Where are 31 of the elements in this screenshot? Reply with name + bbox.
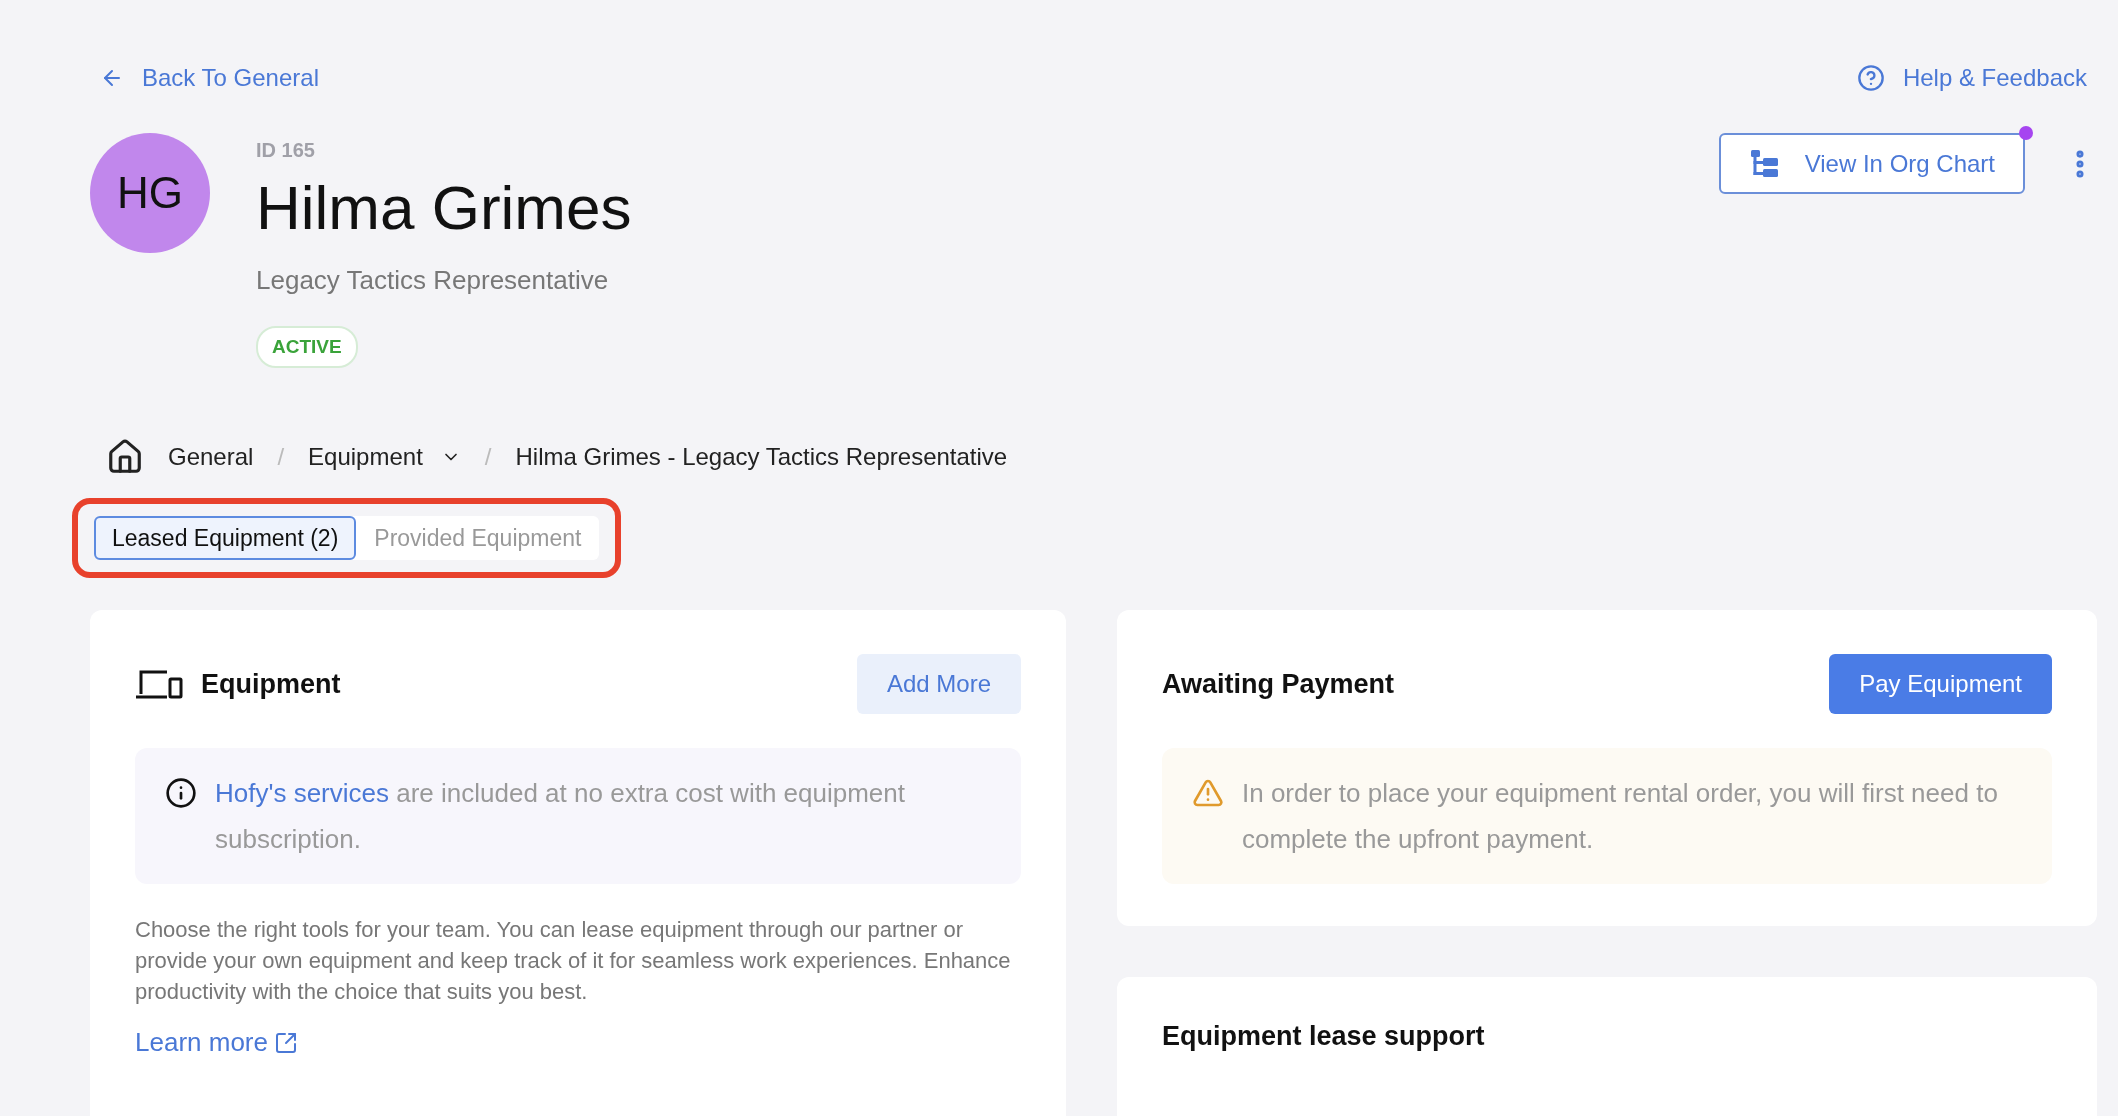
home-icon[interactable] [106, 438, 144, 476]
card-title: Awaiting Payment [1162, 668, 1395, 700]
warning-icon [1192, 777, 1224, 809]
help-link[interactable]: Help & Feedback [1856, 64, 2087, 92]
back-link[interactable]: Back To General [100, 64, 319, 92]
avatar: HG [90, 133, 210, 253]
learn-more-link[interactable]: Learn more [135, 1027, 298, 1058]
breadcrumb-dropdown[interactable]: Equipment [308, 443, 461, 471]
card-title: Equipment lease support [1162, 1021, 1486, 1052]
breadcrumb-current[interactable]: Hilma Grimes - Legacy Tactics Representative [515, 443, 1008, 471]
description-text: Choose the right tools for your team. You can lease equipment through our partner or provide your own equipment and keep track of it for seamless work experiences. Enhance productivity with the choice that suits you best. [135, 916, 1012, 1006]
tab[interactable]: Leased Equipment (2) [94, 516, 357, 560]
breadcrumb-separator: / [484, 443, 492, 471]
card-title: Equipment [201, 668, 341, 700]
help-icon [1856, 64, 1885, 92]
services-link[interactable]: Hofy's services [215, 778, 389, 808]
add-more-button[interactable]: Add More [856, 654, 1021, 714]
pay-equipment-button[interactable]: Pay Equipment [1829, 654, 2052, 714]
external-link-icon [273, 1030, 298, 1055]
info-icon [165, 777, 197, 809]
job-title: Legacy Tactics Representative [256, 265, 609, 296]
org-chart-button[interactable]: View In Org Chart [1718, 133, 2025, 194]
devices-icon [135, 669, 183, 699]
org-chart-icon [1748, 147, 1781, 180]
breadcrumb-link[interactable]: General [168, 443, 254, 471]
breadcrumb-separator: / [277, 443, 285, 471]
employee-name: Hilma Grimes [256, 172, 632, 243]
info-text: Hofy's services are included at no extra cost with equipment subscription. [215, 777, 906, 856]
employee-id: ID 165 [256, 139, 315, 162]
status-badge: ACTIVE [256, 326, 358, 368]
warning-text: In order to place your equipment rental order, you will first need to complete the upfront payment. [1242, 777, 1999, 856]
